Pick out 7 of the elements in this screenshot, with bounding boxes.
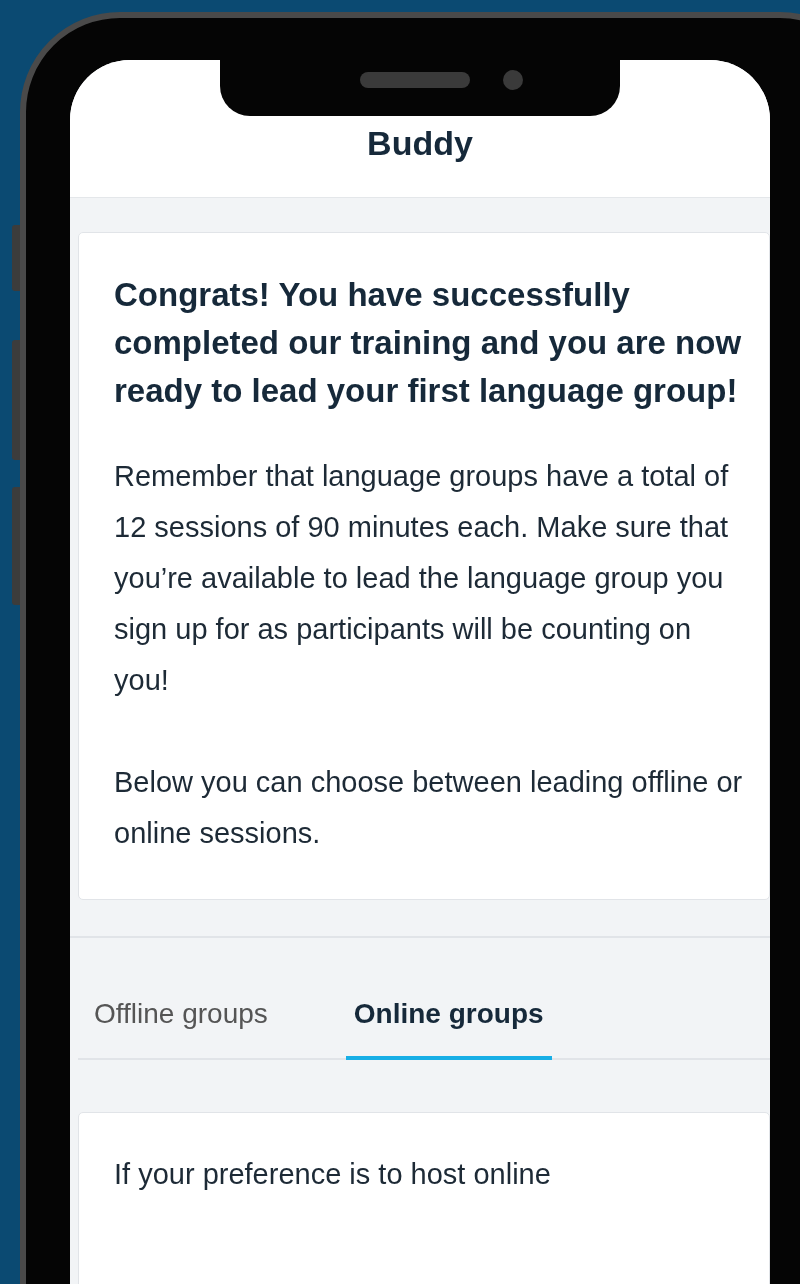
card-heading: Congrats! You have successfully completed our training and you are now ready to lead your first language group! [114, 275, 743, 411]
card-paragraph: If your preference is to host online [114, 1157, 552, 1192]
tab[interactable]: Online groups [345, 970, 552, 1060]
card-paragraph: Below you can choose between leading offline or online sessions. [114, 765, 744, 851]
tab[interactable]: Offline groups [94, 970, 268, 1060]
page-title: Buddy [367, 124, 473, 163]
card-paragraph: Remember that language groups have a total of 12 sessions of 90 minutes each. Make sure that you’re available to lead the language group you sign up for as participants will be counting on you! [114, 459, 730, 698]
